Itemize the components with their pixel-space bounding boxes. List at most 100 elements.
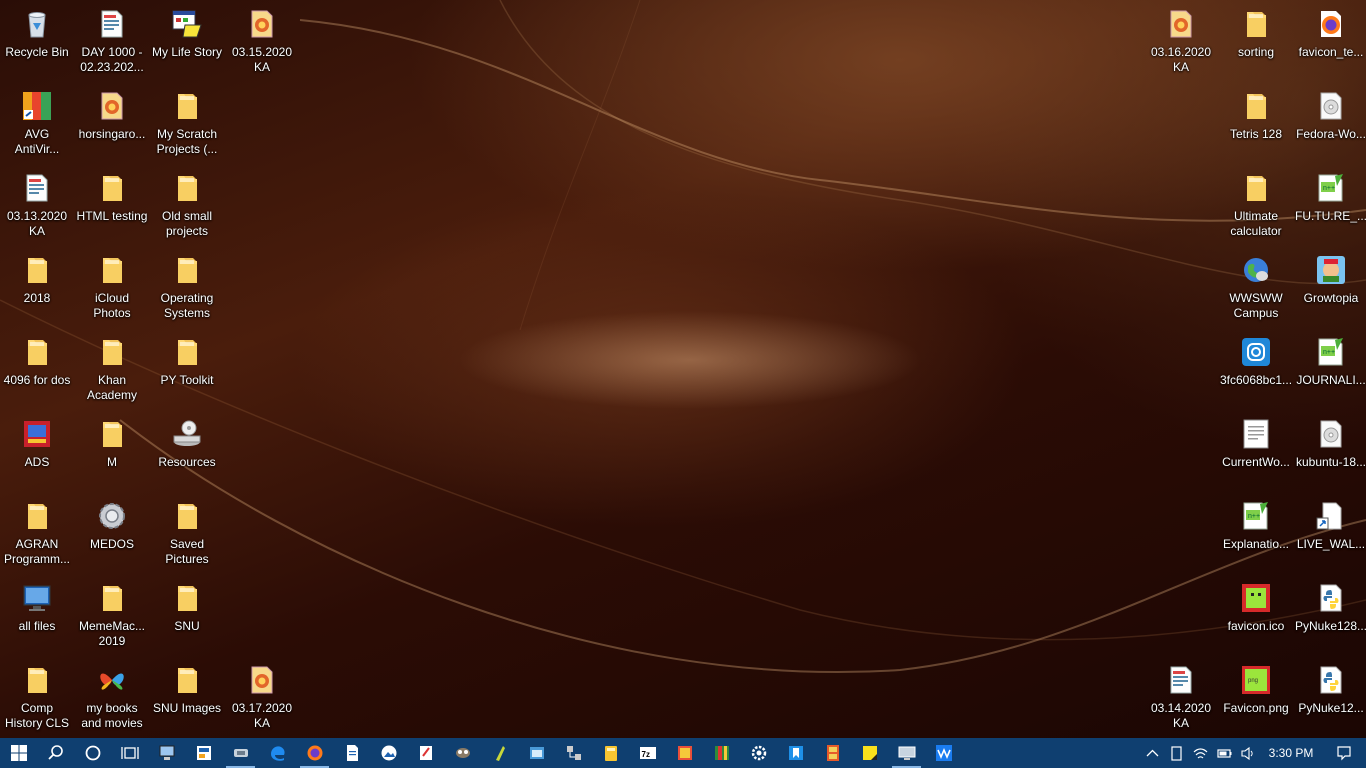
taskbar-button[interactable] — [592, 738, 629, 768]
taskbar-button[interactable] — [851, 738, 888, 768]
png-image-icon: png — [1239, 663, 1273, 697]
desktop-icon[interactable]: n++ JOURNALI... — [1293, 330, 1366, 412]
taskbar-button[interactable] — [703, 738, 740, 768]
document-icon — [1164, 663, 1198, 697]
desktop-icon[interactable]: Tetris 128 — [1218, 84, 1294, 166]
desktop-icon[interactable]: all files — [0, 576, 75, 658]
desktop-icon[interactable]: favicon_te... — [1293, 2, 1366, 84]
desktop-icon[interactable]: M — [74, 412, 150, 494]
taskbar-button[interactable] — [555, 738, 592, 768]
desktop-icon[interactable]: Ultimate calculator — [1218, 166, 1294, 248]
taskbar-button[interactable] — [888, 738, 925, 768]
desktop-icon[interactable]: SNU — [149, 576, 225, 658]
desktop-icon[interactable]: WWSWW Campus — [1218, 248, 1294, 330]
desktop-icon-label: 03.16.2020 KA — [1150, 45, 1212, 74]
taskbar-button[interactable] — [814, 738, 851, 768]
desktop-icon[interactable]: n++ FU.TU.RE_... — [1293, 166, 1366, 248]
app-icon — [195, 744, 213, 762]
battery-icon[interactable] — [1212, 738, 1236, 768]
desktop-icon[interactable]: Fedora-Wo... — [1293, 84, 1366, 166]
shortcut-file-icon — [1314, 499, 1348, 533]
desktop-icon[interactable]: 03.14.2020 KA — [1143, 658, 1219, 738]
taskbar-button[interactable] — [185, 738, 222, 768]
taskbar-button[interactable] — [444, 738, 481, 768]
desktop-icon[interactable]: My Scratch Projects (... — [149, 84, 225, 166]
desktop-icon-label: 2018 — [23, 291, 51, 305]
taskbar-button[interactable] — [518, 738, 555, 768]
python-file-icon — [1314, 581, 1348, 615]
taskbar-button[interactable] — [259, 738, 296, 768]
gear-icon — [750, 744, 768, 762]
notification-center-button[interactable] — [1322, 738, 1366, 768]
taskbar-button[interactable] — [296, 738, 333, 768]
taskbar-button[interactable] — [148, 738, 185, 768]
desktop-icon[interactable]: n++ Explanatio... — [1218, 494, 1294, 576]
tablet-icon[interactable] — [1164, 738, 1188, 768]
image-viewer-icon — [676, 744, 694, 762]
desktop-icon[interactable]: 03.17.2020 KA — [224, 658, 300, 738]
folder-icon — [20, 663, 54, 697]
desktop-icon[interactable]: HTML testing — [74, 166, 150, 248]
desktop-icon[interactable]: LIVE_WAL... — [1293, 494, 1366, 576]
desktop-icon[interactable]: 3fc6068bc1... — [1218, 330, 1294, 412]
desktop-icon[interactable]: Comp History CLS — [0, 658, 75, 738]
desktop-icon[interactable]: favicon.ico — [1218, 576, 1294, 658]
desktop-icon[interactable]: iCloud Photos — [74, 248, 150, 330]
paint-icon — [417, 744, 435, 762]
tray-icons — [1140, 738, 1260, 768]
desktop-icon[interactable]: CurrentWo... — [1218, 412, 1294, 494]
taskbar-button[interactable] — [74, 738, 111, 768]
desktop-icon[interactable]: ADS — [0, 412, 75, 494]
settings-window-icon — [528, 744, 546, 762]
taskbar-button[interactable]: 7z — [629, 738, 666, 768]
windows-start-icon — [10, 744, 28, 762]
desktop-icon[interactable]: horsingaro... — [74, 84, 150, 166]
wifi-icon[interactable] — [1188, 738, 1212, 768]
desktop-icon[interactable]: 2018 — [0, 248, 75, 330]
taskbar-button[interactable] — [0, 738, 37, 768]
taskbar-button[interactable] — [407, 738, 444, 768]
taskbar-button[interactable] — [333, 738, 370, 768]
desktop-icon[interactable]: Recycle Bin — [0, 2, 75, 84]
desktop-icon[interactable]: 03.16.2020 KA — [1143, 2, 1219, 84]
taskbar-button[interactable] — [481, 738, 518, 768]
desktop-icon[interactable]: PyNuke128... — [1293, 576, 1366, 658]
msn-butterfly-icon — [95, 663, 129, 697]
desktop-icon[interactable]: Resources — [149, 412, 225, 494]
taskbar-button[interactable] — [740, 738, 777, 768]
desktop-icon[interactable]: 03.13.2020 KA — [0, 166, 75, 248]
desktop-icon[interactable]: MEDOS — [74, 494, 150, 576]
desktop-icon[interactable]: kubuntu-18... — [1293, 412, 1366, 494]
vmware-icon — [232, 744, 250, 762]
desktop-icon[interactable]: Operating Systems — [149, 248, 225, 330]
desktop-icon[interactable]: MemeMac... 2019 — [74, 576, 150, 658]
desktop-icon[interactable]: png Favicon.png — [1218, 658, 1294, 738]
desktop-icon[interactable]: PyNuke12... — [1293, 658, 1366, 738]
taskbar-button[interactable] — [111, 738, 148, 768]
taskbar-button[interactable] — [666, 738, 703, 768]
desktop-icon[interactable]: Saved Pictures — [149, 494, 225, 576]
desktop-icon[interactable]: AGRAN Programm... — [0, 494, 75, 576]
taskbar-button[interactable] — [370, 738, 407, 768]
desktop-icon[interactable]: sorting — [1218, 2, 1294, 84]
desktop-icon[interactable]: Khan Academy — [74, 330, 150, 412]
taskbar-button[interactable] — [222, 738, 259, 768]
taskbar-button[interactable] — [925, 738, 962, 768]
favicon-icon — [1239, 581, 1273, 615]
desktop-icon[interactable]: DAY 1000 - 02.23.202... — [74, 2, 150, 84]
desktop-icon[interactable]: PY Toolkit — [149, 330, 225, 412]
volume-icon[interactable] — [1236, 738, 1260, 768]
taskbar-button[interactable] — [777, 738, 814, 768]
desktop-icon[interactable]: 03.15.2020 KA — [224, 2, 300, 84]
desktop-icon[interactable]: SNU Images — [149, 658, 225, 738]
desktop-icon[interactable]: AVG AntiVir... — [0, 84, 75, 166]
chevron-up-icon[interactable] — [1140, 738, 1164, 768]
desktop-icon[interactable]: My Life Story — [149, 2, 225, 84]
taskbar-button[interactable] — [37, 738, 74, 768]
desktop-icon[interactable]: Old small projects — [149, 166, 225, 248]
desktop-icon[interactable]: 4096 for dos — [0, 330, 75, 412]
clock[interactable]: 3:30 PM — [1260, 746, 1322, 760]
desktop-icon[interactable]: Growtopia — [1293, 248, 1366, 330]
desktop[interactable]: Recycle Bin DAY 1000 - 02.23.202... My Lif… — [0, 0, 1366, 738]
desktop-icon[interactable]: my books and movies — [74, 658, 150, 738]
